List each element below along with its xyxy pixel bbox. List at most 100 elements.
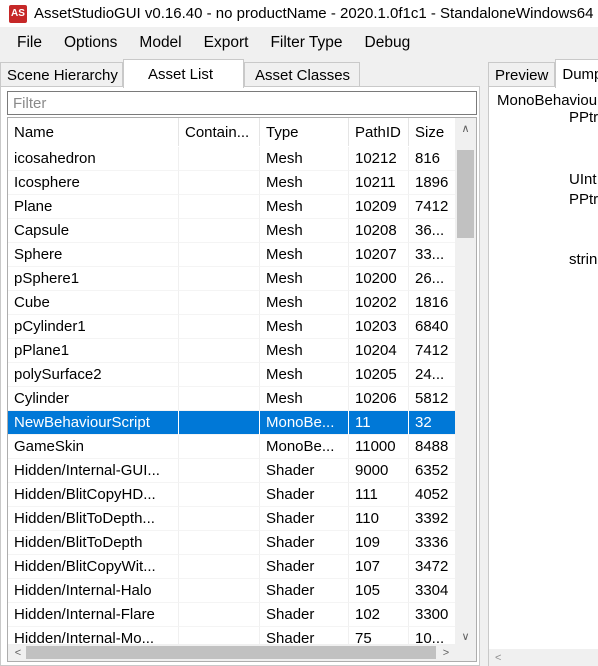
table-row[interactable]: Sphere Mesh 10207 33... xyxy=(8,243,456,267)
cell-container xyxy=(179,387,260,411)
dump-scroll-left-arrow-icon[interactable]: < xyxy=(495,649,501,666)
menu-export[interactable]: Export xyxy=(193,34,260,52)
cell-container xyxy=(179,507,260,531)
column-header-pathid[interactable]: PathID xyxy=(349,118,409,146)
cell-type: Mesh xyxy=(260,219,349,243)
dump-horizontal-scrollbar[interactable]: < xyxy=(489,649,598,666)
cell-type: Mesh xyxy=(260,243,349,267)
cell-name: pSphere1 xyxy=(8,267,179,291)
table-row[interactable]: Hidden/BlitToDepth Shader 109 3336 xyxy=(8,531,456,555)
column-header-type[interactable]: Type xyxy=(260,118,349,146)
cell-name: Hidden/Internal-GUI... xyxy=(8,459,179,483)
tab-preview[interactable]: Preview xyxy=(488,62,556,87)
scroll-right-arrow-icon[interactable]: > xyxy=(436,644,456,661)
table-row[interactable]: polySurface2 Mesh 10205 24... xyxy=(8,363,456,387)
cell-pathid: 102 xyxy=(349,603,409,627)
menu-file[interactable]: File xyxy=(0,34,53,52)
filter-input[interactable]: Filter xyxy=(7,91,477,115)
table-row[interactable]: Hidden/BlitCopyHD... Shader 111 4052 xyxy=(8,483,456,507)
cell-size: 3392 xyxy=(409,507,456,531)
table-row[interactable]: Capsule Mesh 10208 36... xyxy=(8,219,456,243)
table-row[interactable]: Icosphere Mesh 10211 1896 xyxy=(8,171,456,195)
cell-container xyxy=(179,171,260,195)
cell-size: 32 xyxy=(409,411,456,435)
vertical-scroll-thumb[interactable] xyxy=(457,150,474,238)
cell-name: icosahedron xyxy=(8,147,179,171)
cell-size: 3300 xyxy=(409,603,456,627)
cell-name: polySurface2 xyxy=(8,363,179,387)
cell-size: 5812 xyxy=(409,387,456,411)
cell-size: 3336 xyxy=(409,531,456,555)
cell-name: Hidden/BlitToDepth xyxy=(8,531,179,555)
cell-type: Mesh xyxy=(260,339,349,363)
cell-container xyxy=(179,147,260,171)
column-header-name[interactable]: Name xyxy=(8,118,179,146)
tab-dump[interactable]: Dump xyxy=(555,59,598,88)
cell-pathid: 10203 xyxy=(349,315,409,339)
menu-filter-type[interactable]: Filter Type xyxy=(259,34,353,52)
cell-type: Shader xyxy=(260,579,349,603)
cell-size: 3304 xyxy=(409,579,456,603)
table-row[interactable]: pPlane1 Mesh 10204 7412 xyxy=(8,339,456,363)
table-row[interactable]: NewBehaviourScript MonoBe... 11 32 xyxy=(8,411,456,435)
menu-options[interactable]: Options xyxy=(53,34,128,52)
filter-placeholder: Filter xyxy=(13,94,47,112)
cell-name: Sphere xyxy=(8,243,179,267)
table-row[interactable]: Hidden/BlitToDepth... Shader 110 3392 xyxy=(8,507,456,531)
cell-type: Mesh xyxy=(260,195,349,219)
cell-pathid: 10204 xyxy=(349,339,409,363)
cell-container xyxy=(179,579,260,603)
tab-asset-classes[interactable]: Asset Classes xyxy=(244,62,360,87)
table-row[interactable]: Hidden/Internal-Flare Shader 102 3300 xyxy=(8,603,456,627)
asset-list-view[interactable]: Name Contain... Type PathID Size icosahe… xyxy=(7,117,477,662)
horizontal-scrollbar[interactable]: < > xyxy=(8,644,476,661)
tab-scene-hierarchy[interactable]: Scene Hierarchy xyxy=(0,62,123,87)
tab-asset-list[interactable]: Asset List xyxy=(123,59,244,88)
scroll-down-arrow-icon[interactable]: ∨ xyxy=(455,626,476,646)
table-row[interactable]: GameSkin MonoBe... 11000 8488 xyxy=(8,435,456,459)
table-row[interactable]: Cube Mesh 10202 1816 xyxy=(8,291,456,315)
scroll-left-arrow-icon[interactable]: < xyxy=(8,644,28,661)
table-row[interactable]: Cylinder Mesh 10206 5812 xyxy=(8,387,456,411)
cell-container xyxy=(179,483,260,507)
table-row[interactable]: Hidden/Internal-GUI... Shader 9000 6352 xyxy=(8,459,456,483)
cell-container xyxy=(179,555,260,579)
cell-size: 26... xyxy=(409,267,456,291)
cell-pathid: 11 xyxy=(349,411,409,435)
scroll-up-arrow-icon[interactable]: ∧ xyxy=(455,118,476,138)
cell-size: 7412 xyxy=(409,339,456,363)
dump-line: PPtr xyxy=(569,191,598,208)
table-row[interactable]: icosahedron Mesh 10212 816 xyxy=(8,147,456,171)
pane-splitter[interactable] xyxy=(480,56,488,666)
cell-pathid: 105 xyxy=(349,579,409,603)
cell-type: MonoBe... xyxy=(260,411,349,435)
menu-debug[interactable]: Debug xyxy=(354,34,422,52)
vertical-scrollbar[interactable]: ∧ ∨ xyxy=(455,118,476,646)
cell-type: Mesh xyxy=(260,171,349,195)
cell-size: 6840 xyxy=(409,315,456,339)
table-row[interactable]: Hidden/BlitCopyWit... Shader 107 3472 xyxy=(8,555,456,579)
menu-model[interactable]: Model xyxy=(128,34,192,52)
cell-name: NewBehaviourScript xyxy=(8,411,179,435)
cell-pathid: 10202 xyxy=(349,291,409,315)
cell-type: Mesh xyxy=(260,315,349,339)
cell-size: 7412 xyxy=(409,195,456,219)
horizontal-scroll-thumb[interactable] xyxy=(26,646,436,659)
column-header-container[interactable]: Contain... xyxy=(179,118,260,146)
table-row[interactable]: Plane Mesh 10209 7412 xyxy=(8,195,456,219)
table-row[interactable]: pSphere1 Mesh 10200 26... xyxy=(8,267,456,291)
cell-pathid: 10206 xyxy=(349,387,409,411)
left-tab-strip: Scene Hierarchy Asset List Asset Classes xyxy=(0,59,480,88)
cell-type: MonoBe... xyxy=(260,435,349,459)
cell-name: Plane xyxy=(8,195,179,219)
table-row[interactable]: Hidden/Internal-Halo Shader 105 3304 xyxy=(8,579,456,603)
cell-pathid: 10209 xyxy=(349,195,409,219)
cell-name: pPlane1 xyxy=(8,339,179,363)
cell-size: 1816 xyxy=(409,291,456,315)
cell-pathid: 10205 xyxy=(349,363,409,387)
cell-size: 3472 xyxy=(409,555,456,579)
cell-type: Mesh xyxy=(260,267,349,291)
window-title: AssetStudioGUI v0.16.40 - no productName… xyxy=(34,5,594,22)
table-row[interactable]: pCylinder1 Mesh 10203 6840 xyxy=(8,315,456,339)
column-header-size[interactable]: Size xyxy=(409,118,456,146)
